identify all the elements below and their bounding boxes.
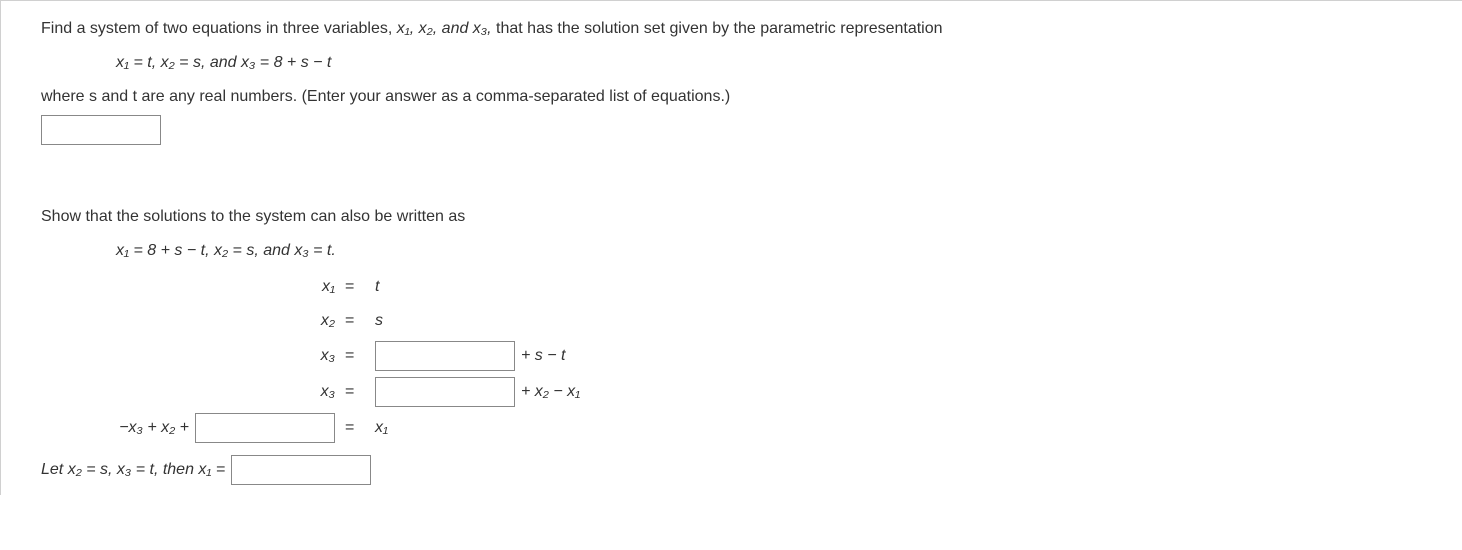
eq1-lhs: x₁	[41, 278, 341, 296]
eq1-eq: =	[341, 278, 375, 296]
eq-row-5: −x₃ + x₂ + = x₁	[41, 413, 1422, 443]
let-row: Let x₂ = s, x₃ = t, then x₁ =	[41, 455, 1422, 485]
q2-parametric: x₁ = 8 + s − t, x₂ = s, and x₃ = t.	[116, 239, 1422, 263]
let-input[interactable]	[231, 455, 371, 485]
eq4-eq: =	[341, 383, 375, 401]
q1-parametric: x₁ = t, x₂ = s, and x₃ = 8 + s − t	[116, 51, 1422, 75]
q1-intro-b: that has the solution set given by the p…	[496, 20, 942, 37]
eq-row-3: x₃ = + s − t	[41, 341, 1422, 371]
q1-where: where s and t are any real numbers. (Ent…	[41, 85, 1422, 109]
q1-answer-input[interactable]	[41, 115, 161, 145]
eq3-eq: =	[341, 347, 375, 365]
q1-intro: Find a system of two equations in three …	[41, 17, 1422, 41]
eq1-rhs: t	[375, 278, 379, 296]
q2-show: Show that the solutions to the system ca…	[41, 205, 1422, 229]
eq-row-2: x₂ = s	[41, 307, 1422, 335]
eq-row-4: x₃ = + x₂ − x₁	[41, 377, 1422, 407]
eq5-pre: −x₃ + x₂ +	[119, 419, 189, 437]
eq3-tail: + s − t	[521, 347, 565, 365]
eq3-input[interactable]	[375, 341, 515, 371]
eq2-eq: =	[341, 312, 375, 330]
eq5-rhs: x₁	[375, 419, 388, 437]
eq2-lhs: x₂	[41, 312, 341, 330]
eq5-input[interactable]	[195, 413, 335, 443]
eq-row-1: x₁ = t	[41, 273, 1422, 301]
eq4-input[interactable]	[375, 377, 515, 407]
eq4-lhs: x₃	[41, 383, 341, 401]
q1-vars: x₁, x₂, and x₃,	[397, 20, 492, 37]
let-pre: Let x₂ = s, x₃ = t, then x₁ =	[41, 461, 225, 479]
eq3-lhs: x₃	[41, 347, 341, 365]
eq5-eq: =	[341, 419, 375, 437]
eq4-tail: + x₂ − x₁	[521, 383, 580, 401]
eq2-rhs: s	[375, 312, 383, 330]
q1-intro-a: Find a system of two equations in three …	[41, 20, 397, 37]
